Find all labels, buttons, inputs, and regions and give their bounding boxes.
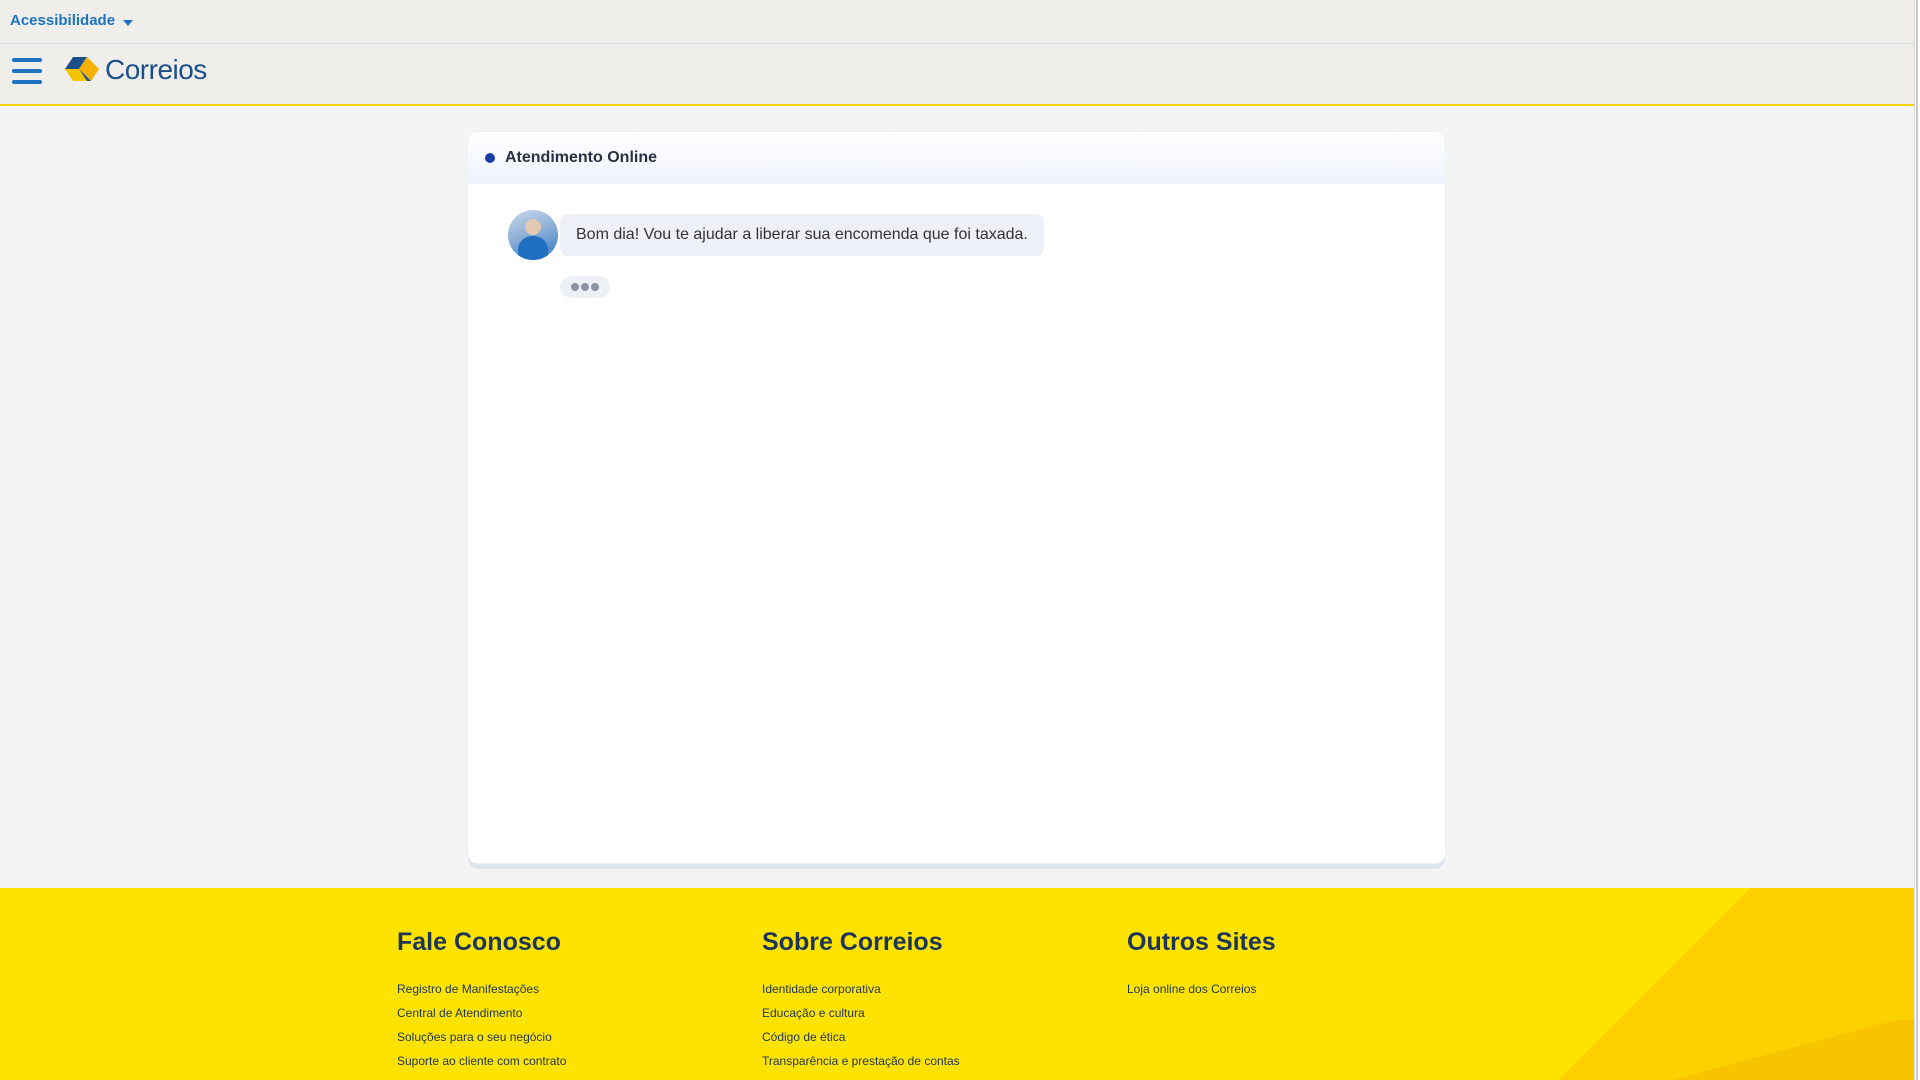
menu-icon[interactable] (12, 58, 42, 86)
footer-column-title: Fale Conosco (397, 928, 561, 956)
logo-wordmark: Correios (105, 54, 207, 85)
correios-logo[interactable]: Correios (63, 54, 207, 86)
footer-column-title: Sobre Correios (762, 928, 943, 956)
chat-messages: Bom dia! Vou te ajudar a liberar sua enc… (508, 210, 1044, 298)
message-bubble: Bom dia! Vou te ajudar a liberar sua enc… (560, 214, 1044, 256)
scrollbar-thumb[interactable] (1916, 0, 1918, 1080)
footer-link[interactable]: Registro de Manifestações (397, 982, 566, 996)
chat-card: Atendimento Online Bom dia! Vou te ajuda… (468, 132, 1445, 863)
footer-column-title: Outros Sites (1127, 928, 1276, 956)
footer-column-contact: Fale Conosco Registro de Manifestações C… (397, 928, 566, 1078)
footer-column-about: Sobre Correios Identidade corporativa Ed… (762, 928, 960, 1078)
footer-link[interactable]: Educação e cultura (762, 1006, 960, 1020)
chat-header: Atendimento Online (468, 132, 1445, 184)
footer-link[interactable]: Identidade corporativa (762, 982, 960, 996)
footer-link[interactable]: Transparência e prestação de contas (762, 1054, 960, 1068)
accessibility-dropdown[interactable]: Acessibilidade (10, 12, 134, 29)
online-status-dot (485, 153, 495, 163)
site-footer: Fale Conosco Registro de Manifestações C… (0, 888, 1914, 1080)
site-header: Correios (0, 44, 1914, 106)
chat-message: Bom dia! Vou te ajudar a liberar sua enc… (508, 210, 1044, 260)
footer-column-other-sites: Outros Sites Loja online dos Correios (1127, 928, 1276, 1006)
accessibility-label: Acessibilidade (10, 12, 116, 29)
accessibility-bar: Acessibilidade (0, 0, 1914, 44)
agent-avatar (508, 210, 558, 260)
correios-logo-icon (65, 57, 99, 81)
footer-link[interactable]: Loja online dos Correios (1127, 982, 1276, 996)
chat-title: Atendimento Online (505, 149, 657, 166)
footer-link[interactable]: Código de ética (762, 1030, 960, 1044)
footer-link[interactable]: Suporte ao cliente com contrato (397, 1054, 566, 1068)
footer-link[interactable]: Soluções para o seu negócio (397, 1030, 566, 1044)
footer-link[interactable]: Central de Atendimento (397, 1006, 566, 1020)
typing-indicator-icon (560, 276, 610, 298)
caret-down-icon (123, 19, 134, 26)
footer-decoration-2 (1654, 1020, 1914, 1080)
